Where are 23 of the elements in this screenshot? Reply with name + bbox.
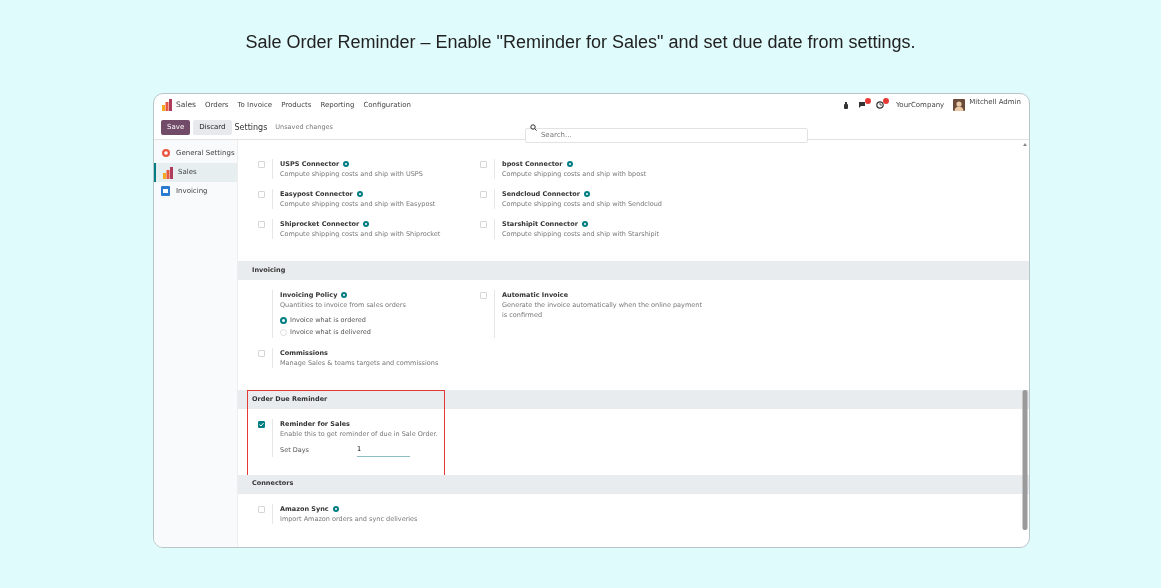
help-icon[interactable] (581, 221, 588, 227)
notification-badge (883, 98, 889, 104)
bug-icon[interactable] (843, 101, 849, 109)
help-icon[interactable] (343, 161, 350, 167)
help-icon[interactable] (341, 292, 348, 298)
gear-icon (161, 147, 171, 160)
clock-icon[interactable] (876, 101, 885, 109)
bar-chart-icon (163, 166, 173, 179)
notification-badge (865, 98, 871, 104)
help-icon[interactable] (566, 161, 573, 167)
help-icon[interactable] (584, 191, 590, 197)
chat-icon[interactable] (858, 101, 867, 109)
app-logo-icon (162, 99, 172, 111)
breadcrumb: Settings (234, 121, 268, 134)
help-icon[interactable] (363, 221, 370, 227)
search-icon (529, 124, 537, 131)
radio-button[interactable] (280, 316, 287, 324)
checkbox[interactable] (257, 421, 265, 428)
document-icon (161, 185, 171, 198)
help-icon[interactable] (332, 505, 339, 512)
page-caption: Sale Order Reminder – Enable "Reminder for Sales" and set due date from settings. (244, 31, 917, 54)
avatar-icon[interactable] (953, 99, 966, 111)
help-icon[interactable] (356, 191, 363, 197)
